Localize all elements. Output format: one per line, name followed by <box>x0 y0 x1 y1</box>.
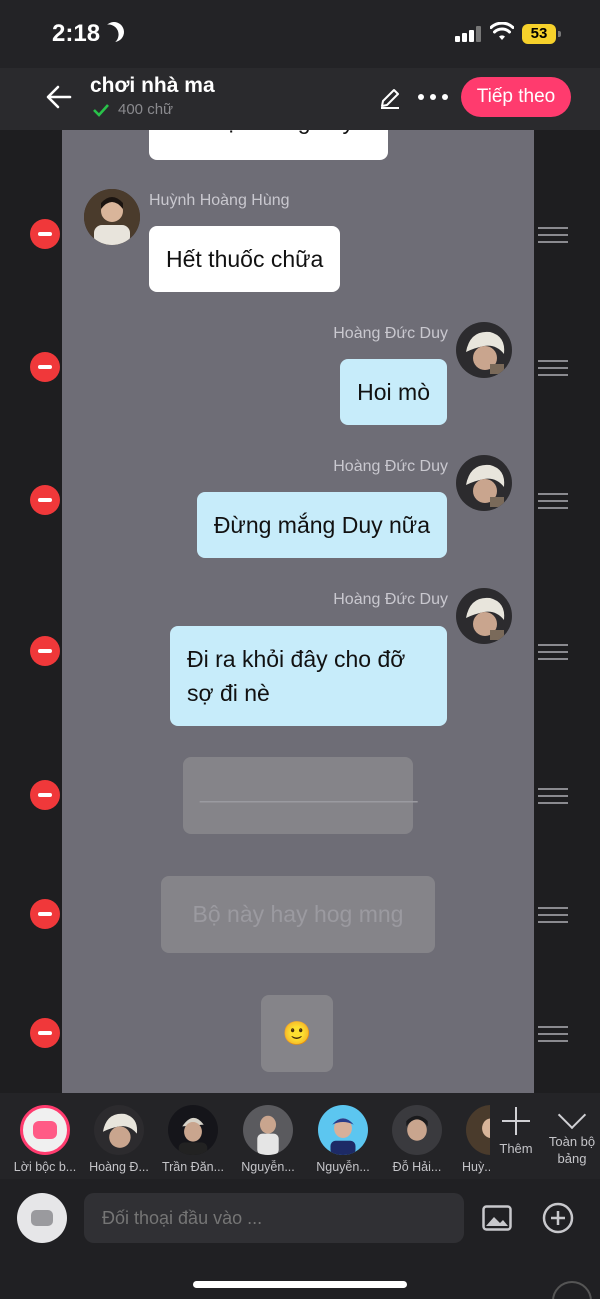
back-arrow-icon[interactable] <box>44 82 74 112</box>
character-item[interactable]: Nguyễn... <box>303 1105 383 1174</box>
add-character-label: Thêm <box>499 1141 533 1156</box>
narration-bubble[interactable]: _________________ <box>183 757 417 834</box>
message-bubble[interactable]: Hoi mò <box>340 359 447 425</box>
avatar <box>168 1105 218 1155</box>
narrator-icon <box>20 1105 70 1155</box>
left-gutter <box>0 130 62 1093</box>
avatar <box>318 1105 368 1155</box>
character-label: Đỗ Hải... <box>392 1160 442 1174</box>
message-bubble[interactable]: Tôi chịu thằng hay <box>149 130 388 160</box>
chat-area: Tôi chịu thằng hay Huỳnh Hoàng Hùng Hết … <box>62 130 534 1093</box>
character-item[interactable]: Trần Đăn... <box>153 1105 233 1174</box>
avatar <box>456 588 512 644</box>
character-item[interactable]: Hoàng Đ... <box>79 1105 159 1174</box>
word-count-label: 400 chữ <box>118 101 174 118</box>
drag-handle-icon[interactable] <box>538 907 568 923</box>
character-strip: Lời bộc b... Hoàng Đ... Trần Đăn... Nguy… <box>0 1093 600 1179</box>
narration-bubble[interactable]: Bộ này hay hog mng <box>161 876 435 953</box>
avatar <box>243 1105 293 1155</box>
avatar <box>392 1105 442 1155</box>
delete-message-button[interactable] <box>30 780 60 810</box>
drag-handle-icon[interactable] <box>538 1026 568 1042</box>
scroll-top-button[interactable] <box>552 1281 592 1299</box>
delete-message-button[interactable] <box>30 485 60 515</box>
more-options-icon[interactable] <box>418 94 448 102</box>
status-time: 2:18 <box>52 20 101 47</box>
avatar <box>466 1105 490 1155</box>
plus-icon <box>502 1107 530 1135</box>
battery-indicator: 53 <box>522 24 561 44</box>
delete-message-button[interactable] <box>30 219 60 249</box>
character-label: Huỳ... <box>462 1160 490 1174</box>
drag-handle-icon[interactable] <box>538 493 568 509</box>
full-board-button[interactable]: Toàn bộ bảng <box>546 1100 598 1167</box>
delete-message-button[interactable] <box>30 636 60 666</box>
message-bubble[interactable]: Đi ra khỏi đây cho đỡ sợ đi nè <box>170 626 447 726</box>
edit-pencil-icon[interactable] <box>378 86 402 110</box>
header: chơi nhà ma 400 chữ Tiếp theo <box>0 68 600 130</box>
avatar <box>456 322 512 378</box>
wifi-icon <box>490 22 514 40</box>
signal-icon <box>455 26 481 42</box>
home-indicator <box>193 1281 407 1288</box>
drag-handle-icon[interactable] <box>538 360 568 376</box>
avatar <box>456 455 512 511</box>
message-bubble[interactable]: Đừng mắng Duy nữa <box>196 492 447 558</box>
add-circle-icon[interactable] <box>542 1202 574 1234</box>
message-bubble[interactable]: Hết thuốc chữa <box>149 226 341 292</box>
character-item[interactable]: Đỗ Hải... <box>377 1105 457 1174</box>
page-title: chơi nhà ma <box>90 74 215 97</box>
character-narrator[interactable]: Lời bộc b... <box>5 1105 85 1174</box>
character-label: Trần Đăn... <box>161 1160 225 1174</box>
drag-handle-icon[interactable] <box>538 227 568 243</box>
full-board-label: Toàn bộ bảng <box>548 1134 596 1166</box>
delete-message-button[interactable] <box>30 352 60 382</box>
speaker-name: Hoàng Đức Duy <box>333 325 448 342</box>
character-label: Lời bộc b... <box>13 1160 77 1174</box>
moon-icon <box>101 19 128 46</box>
next-button[interactable]: Tiếp theo <box>461 77 571 117</box>
right-gutter <box>534 130 600 1093</box>
chevron-down-icon <box>557 1100 587 1130</box>
character-label: Hoàng Đ... <box>89 1160 149 1174</box>
add-character-button[interactable]: Thêm <box>496 1107 536 1156</box>
drag-handle-icon[interactable] <box>538 644 568 660</box>
delete-message-button[interactable] <box>30 1018 60 1048</box>
dialogue-input[interactable] <box>84 1193 464 1243</box>
character-item[interactable]: Nguyễn... <box>228 1105 308 1174</box>
input-bar <box>0 1179 600 1299</box>
avatar <box>94 1105 144 1155</box>
speaker-name: Hoàng Đức Duy <box>333 591 448 608</box>
drag-handle-icon[interactable] <box>538 788 568 804</box>
narration-toggle-button[interactable] <box>17 1193 67 1243</box>
delete-message-button[interactable] <box>30 899 60 929</box>
status-bar: 2:18 53 <box>0 0 600 68</box>
check-icon <box>93 103 109 117</box>
speaker-name: Huỳnh Hoàng Hùng <box>149 192 290 209</box>
image-icon[interactable] <box>482 1205 512 1231</box>
narration-bubble[interactable]: 🙂 <box>261 995 333 1072</box>
character-label: Nguyễn... <box>241 1160 295 1174</box>
word-count: 400 chữ <box>92 101 173 118</box>
speaker-name: Hoàng Đức Duy <box>333 458 448 475</box>
character-label: Nguyễn... <box>316 1160 370 1174</box>
avatar <box>84 189 140 245</box>
character-item[interactable]: Huỳ... <box>452 1105 490 1174</box>
